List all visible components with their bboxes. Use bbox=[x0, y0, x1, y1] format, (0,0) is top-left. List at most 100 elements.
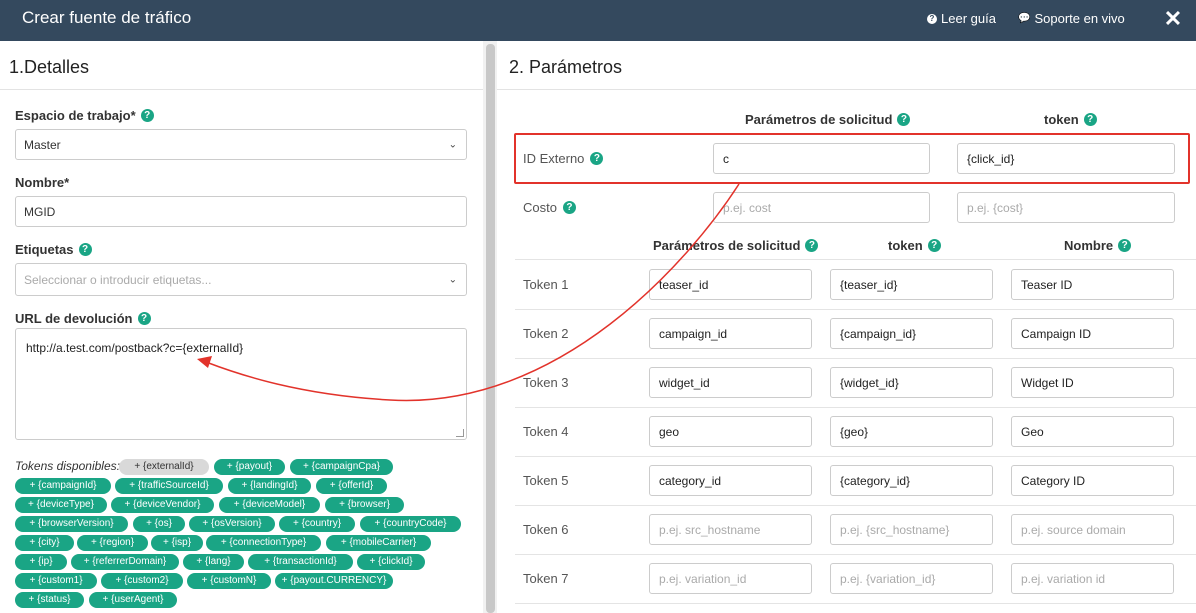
token-chip[interactable]: + {trafficSourceId} bbox=[115, 478, 223, 494]
token-chip[interactable]: + {connectionType} bbox=[206, 535, 321, 551]
token-param-input[interactable]: campaign_id bbox=[649, 318, 812, 349]
workspace-select[interactable]: Master ⌄ bbox=[15, 129, 467, 160]
token-chip[interactable]: + {countryCode} bbox=[360, 516, 461, 532]
row-divider bbox=[515, 505, 1196, 506]
token-chip[interactable]: + {custom1} bbox=[15, 573, 97, 589]
token-token-input[interactable]: {teaser_id} bbox=[830, 269, 993, 300]
token-token-input[interactable]: p.ej. {src_hostname} bbox=[830, 514, 993, 545]
token-token-input[interactable]: {category_id} bbox=[830, 465, 993, 496]
chevron-down-icon: ⌄ bbox=[448, 274, 457, 285]
token-token-input[interactable]: {widget_id} bbox=[830, 367, 993, 398]
tags-label-text: Etiquetas bbox=[15, 242, 74, 257]
token-chip[interactable]: + {transactionId} bbox=[248, 554, 353, 570]
token-row-label: Token 3 bbox=[523, 375, 569, 390]
row-divider bbox=[515, 259, 1196, 260]
token-chip[interactable]: + {browser} bbox=[325, 497, 404, 513]
tags-placeholder: Seleccionar o introducir etiquetas... bbox=[24, 272, 212, 287]
token-chip[interactable]: + {mobileCarrier} bbox=[326, 535, 431, 551]
token-chip[interactable]: + {campaignId} bbox=[15, 478, 111, 494]
token-chip[interactable]: + {deviceType} bbox=[15, 497, 107, 513]
tokens-request-header: Parámetros de solicitud ? bbox=[653, 238, 819, 253]
help-icon[interactable]: ? bbox=[897, 113, 911, 126]
resize-handle[interactable] bbox=[456, 429, 464, 437]
token-chip[interactable]: + {ip} bbox=[15, 554, 67, 570]
close-icon[interactable]: ✕ bbox=[1162, 6, 1184, 32]
panel-scrollbar-thumb[interactable] bbox=[486, 44, 495, 613]
token-name-input[interactable]: p.ej. variation id bbox=[1011, 563, 1174, 594]
token-name-input[interactable]: p.ej. source domain bbox=[1011, 514, 1174, 545]
token-chip[interactable]: + {isp} bbox=[151, 535, 203, 551]
help-icon[interactable]: ? bbox=[562, 201, 576, 214]
token-chip[interactable]: + {custom2} bbox=[101, 573, 183, 589]
token-chip[interactable]: + {city} bbox=[15, 535, 74, 551]
token-chip[interactable]: + {os} bbox=[133, 516, 185, 532]
support-link[interactable]: 💬 Soporte en vivo bbox=[1018, 11, 1125, 26]
token-name-input[interactable]: Campaign ID bbox=[1011, 318, 1174, 349]
token-token-input[interactable]: {geo} bbox=[830, 416, 993, 447]
token-param-input[interactable]: p.ej. src_hostname bbox=[649, 514, 812, 545]
token-chip[interactable]: + {referrerDomain} bbox=[71, 554, 179, 570]
token-param-value: campaign_id bbox=[659, 326, 728, 341]
postback-url-textarea[interactable]: http://a.test.com/postback?c={externalId… bbox=[15, 328, 467, 440]
cost-token-placeholder: p.ej. {cost} bbox=[967, 200, 1024, 215]
name-label-text: Nombre* bbox=[15, 175, 70, 190]
token-chip[interactable]: + {clickId} bbox=[357, 554, 425, 570]
tokens-token-header: token ? bbox=[888, 238, 941, 253]
token-chip[interactable]: + {deviceVendor} bbox=[111, 497, 214, 513]
token-chip[interactable]: + {status} bbox=[15, 592, 84, 608]
token-chip[interactable]: + {osVersion} bbox=[189, 516, 275, 532]
token-token-input[interactable]: {campaign_id} bbox=[830, 318, 993, 349]
token-name-input[interactable]: Teaser ID bbox=[1011, 269, 1174, 300]
token-name-input[interactable]: Category ID bbox=[1011, 465, 1174, 496]
token-chip[interactable]: + {country} bbox=[279, 516, 355, 532]
token-param-input[interactable]: teaser_id bbox=[649, 269, 812, 300]
token-token-value: {geo} bbox=[840, 424, 869, 439]
token-header-text: token bbox=[1044, 112, 1079, 127]
token-chip[interactable]: + {browserVersion} bbox=[15, 516, 128, 532]
tags-select[interactable]: Seleccionar o introducir etiquetas... ⌄ bbox=[15, 263, 467, 296]
name-input[interactable]: MGID bbox=[15, 196, 467, 227]
cost-token-input[interactable]: p.ej. {cost} bbox=[957, 192, 1175, 223]
token-chip[interactable]: + {userAgent} bbox=[89, 592, 177, 608]
help-icon[interactable]: ? bbox=[78, 243, 92, 256]
guide-link[interactable]: ? Leer guía bbox=[927, 11, 996, 26]
token-chip[interactable]: + {lang} bbox=[183, 554, 244, 570]
token-name-input[interactable]: Widget ID bbox=[1011, 367, 1174, 398]
token-param-input[interactable]: category_id bbox=[649, 465, 812, 496]
token-chip[interactable]: + {offerId} bbox=[316, 478, 387, 494]
token-name-input[interactable]: Geo bbox=[1011, 416, 1174, 447]
row-divider bbox=[515, 407, 1196, 408]
token-name-value: Geo bbox=[1021, 424, 1044, 439]
help-icon[interactable]: ? bbox=[927, 239, 941, 252]
token-token-input[interactable]: p.ej. {variation_id} bbox=[830, 563, 993, 594]
token-chip[interactable]: + {deviceModel} bbox=[219, 497, 320, 513]
token-param-input[interactable]: widget_id bbox=[649, 367, 812, 398]
token-name-value: Widget ID bbox=[1021, 375, 1074, 390]
token-chip[interactable]: + {payout} bbox=[214, 459, 285, 475]
cost-param-input[interactable]: p.ej. cost bbox=[713, 192, 930, 223]
token-chip[interactable]: + {region} bbox=[77, 535, 148, 551]
token-name-placeholder: p.ej. variation id bbox=[1021, 571, 1106, 586]
token-name-value: Campaign ID bbox=[1021, 326, 1092, 341]
token-row-label: Token 2 bbox=[523, 326, 569, 341]
token-chip[interactable]: + {payout.CURRENCY} bbox=[275, 573, 393, 589]
postback-label: URL de devolución ? bbox=[15, 311, 151, 326]
help-icon[interactable]: ? bbox=[1083, 113, 1097, 126]
token-param-input[interactable]: geo bbox=[649, 416, 812, 447]
token-chip[interactable]: + {externalId} bbox=[119, 459, 209, 475]
tokens-token-header-text: token bbox=[888, 238, 923, 253]
help-icon[interactable]: ? bbox=[805, 239, 819, 252]
token-chip[interactable]: + {landingId} bbox=[228, 478, 311, 494]
modal-header: Crear fuente de tráfico ? Leer guía 💬 So… bbox=[0, 0, 1196, 41]
help-icon[interactable]: ? bbox=[1118, 239, 1132, 252]
cost-param-placeholder: p.ej. cost bbox=[723, 200, 772, 215]
help-icon[interactable]: ? bbox=[137, 312, 151, 325]
token-param-input[interactable]: p.ej. variation_id bbox=[649, 563, 812, 594]
help-icon[interactable]: ? bbox=[140, 109, 154, 122]
name-value: MGID bbox=[24, 204, 56, 219]
token-chip[interactable]: + {campaignCpa} bbox=[290, 459, 393, 475]
details-section-title: 1.Detalles bbox=[9, 57, 90, 77]
token-chip[interactable]: + {customN} bbox=[187, 573, 271, 589]
token-token-value: {teaser_id} bbox=[840, 277, 898, 292]
cost-label-text: Costo bbox=[523, 200, 557, 215]
